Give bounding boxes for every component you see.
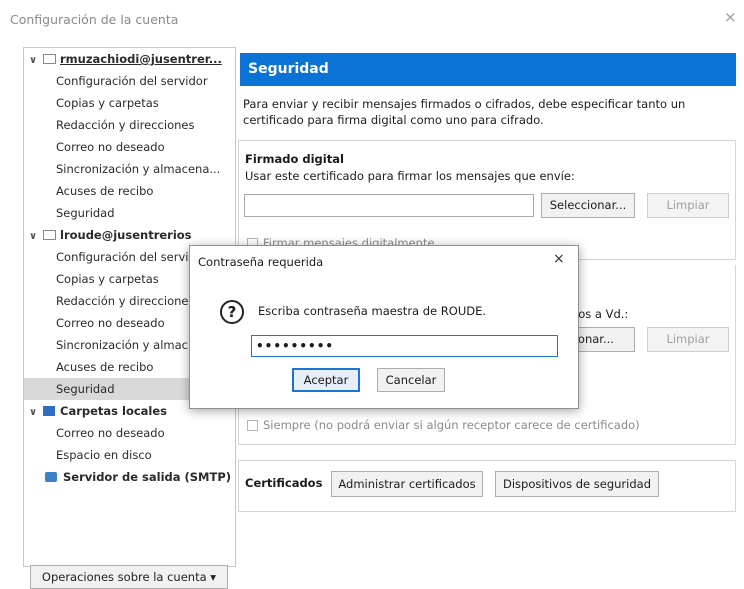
close-icon[interactable]: × [553,251,565,267]
tree-item-composition[interactable]: Redacción y direcciones [56,114,194,136]
tree-item-disk-space[interactable]: Espacio en disco [56,444,152,466]
signing-cert-field[interactable] [244,194,534,217]
tree-item-sync[interactable]: Sincronización y almacena... [56,158,220,180]
signing-clear-button[interactable]: Limpiar [647,193,729,218]
window-close-icon[interactable]: × [724,8,737,26]
tree-item-junk[interactable]: Correo no deseado [56,312,165,334]
smtp-server-icon [45,472,57,482]
mail-account-icon [43,54,56,64]
question-icon: ? [220,300,244,324]
local-folders-name: Carpetas locales [60,404,168,418]
certificates-title: Certificados [245,476,323,490]
tree-local-folders[interactable]: ∨ Carpetas locales [29,400,167,422]
chevron-down-icon[interactable]: ∨ [29,226,41,248]
ok-button[interactable]: Aceptar [292,368,360,392]
chevron-down-icon[interactable]: ∨ [29,402,41,424]
signing-select-button[interactable]: Seleccionar... [541,193,635,218]
encryption-clear-button[interactable]: Limpiar [647,327,729,352]
tree-item-server-settings[interactable]: Configuración del servi [56,246,188,268]
manage-certificates-button[interactable]: Administrar certificados [331,471,483,497]
tree-item-sync[interactable]: Sincronización y almac [56,334,188,356]
tree-smtp-server[interactable]: Servidor de salida (SMTP) [43,466,231,488]
tree-account-1[interactable]: ∨ rmuzachiodi@jusentrer... [29,48,222,70]
security-devices-button[interactable]: Dispositivos de seguridad [495,471,659,497]
tree-item-receipts[interactable]: Acuses de recibo [56,356,153,378]
account-2-name: lroude@jusentrerios [60,228,192,242]
account-1-name: rmuzachiodi@jusentrer... [60,52,222,66]
signing-label: Usar este certificado para firmar los me… [245,169,575,183]
tree-item-copies-folders[interactable]: Copias y carpetas [56,92,159,114]
security-description: Para enviar y recibir mensajes firmados … [243,97,686,127]
smtp-server-name: Servidor de salida (SMTP) [63,470,232,484]
encrypt-always-label: Siempre (no podrá enviar si algún recept… [263,418,640,432]
encryption-label-partial: los a Vd.: [575,307,629,321]
encrypt-always-radio[interactable] [247,420,258,431]
mail-account-icon [43,230,56,240]
password-dialog: Contraseña requerida × ? Escriba contras… [189,245,579,409]
signing-group: Firmado digital Usar este certificado pa… [238,140,736,260]
tree-item-security[interactable]: Seguridad [56,202,115,224]
local-folders-icon [43,406,55,416]
cancel-button[interactable]: Cancelar [377,368,445,392]
tree-item-receipts[interactable]: Acuses de recibo [56,180,153,202]
tree-item-server-settings[interactable]: Configuración del servidor [56,70,208,92]
tree-account-2[interactable]: ∨ lroude@jusentrerios [29,224,192,246]
dialog-title: Contraseña requerida [198,255,324,269]
dialog-message: Escriba contraseña maestra de ROUDE. [258,304,487,318]
certificates-group: Certificados Administrar certificados Di… [238,460,736,512]
window-title: Configuración de la cuenta [10,12,179,27]
tree-item-junk[interactable]: Correo no deseado [56,422,165,444]
chevron-down-icon[interactable]: ∨ [29,50,41,72]
tree-item-copies-folders[interactable]: Copias y carpetas [56,268,159,290]
page-title: Seguridad [240,53,736,86]
account-actions-button[interactable]: Operaciones sobre la cuenta ▾ [30,565,228,589]
tree-item-junk[interactable]: Correo no deseado [56,136,165,158]
signing-title: Firmado digital [245,152,344,166]
password-input[interactable]: ••••••••• [251,335,558,357]
tree-item-composition[interactable]: Redacción y direccione [56,290,188,312]
